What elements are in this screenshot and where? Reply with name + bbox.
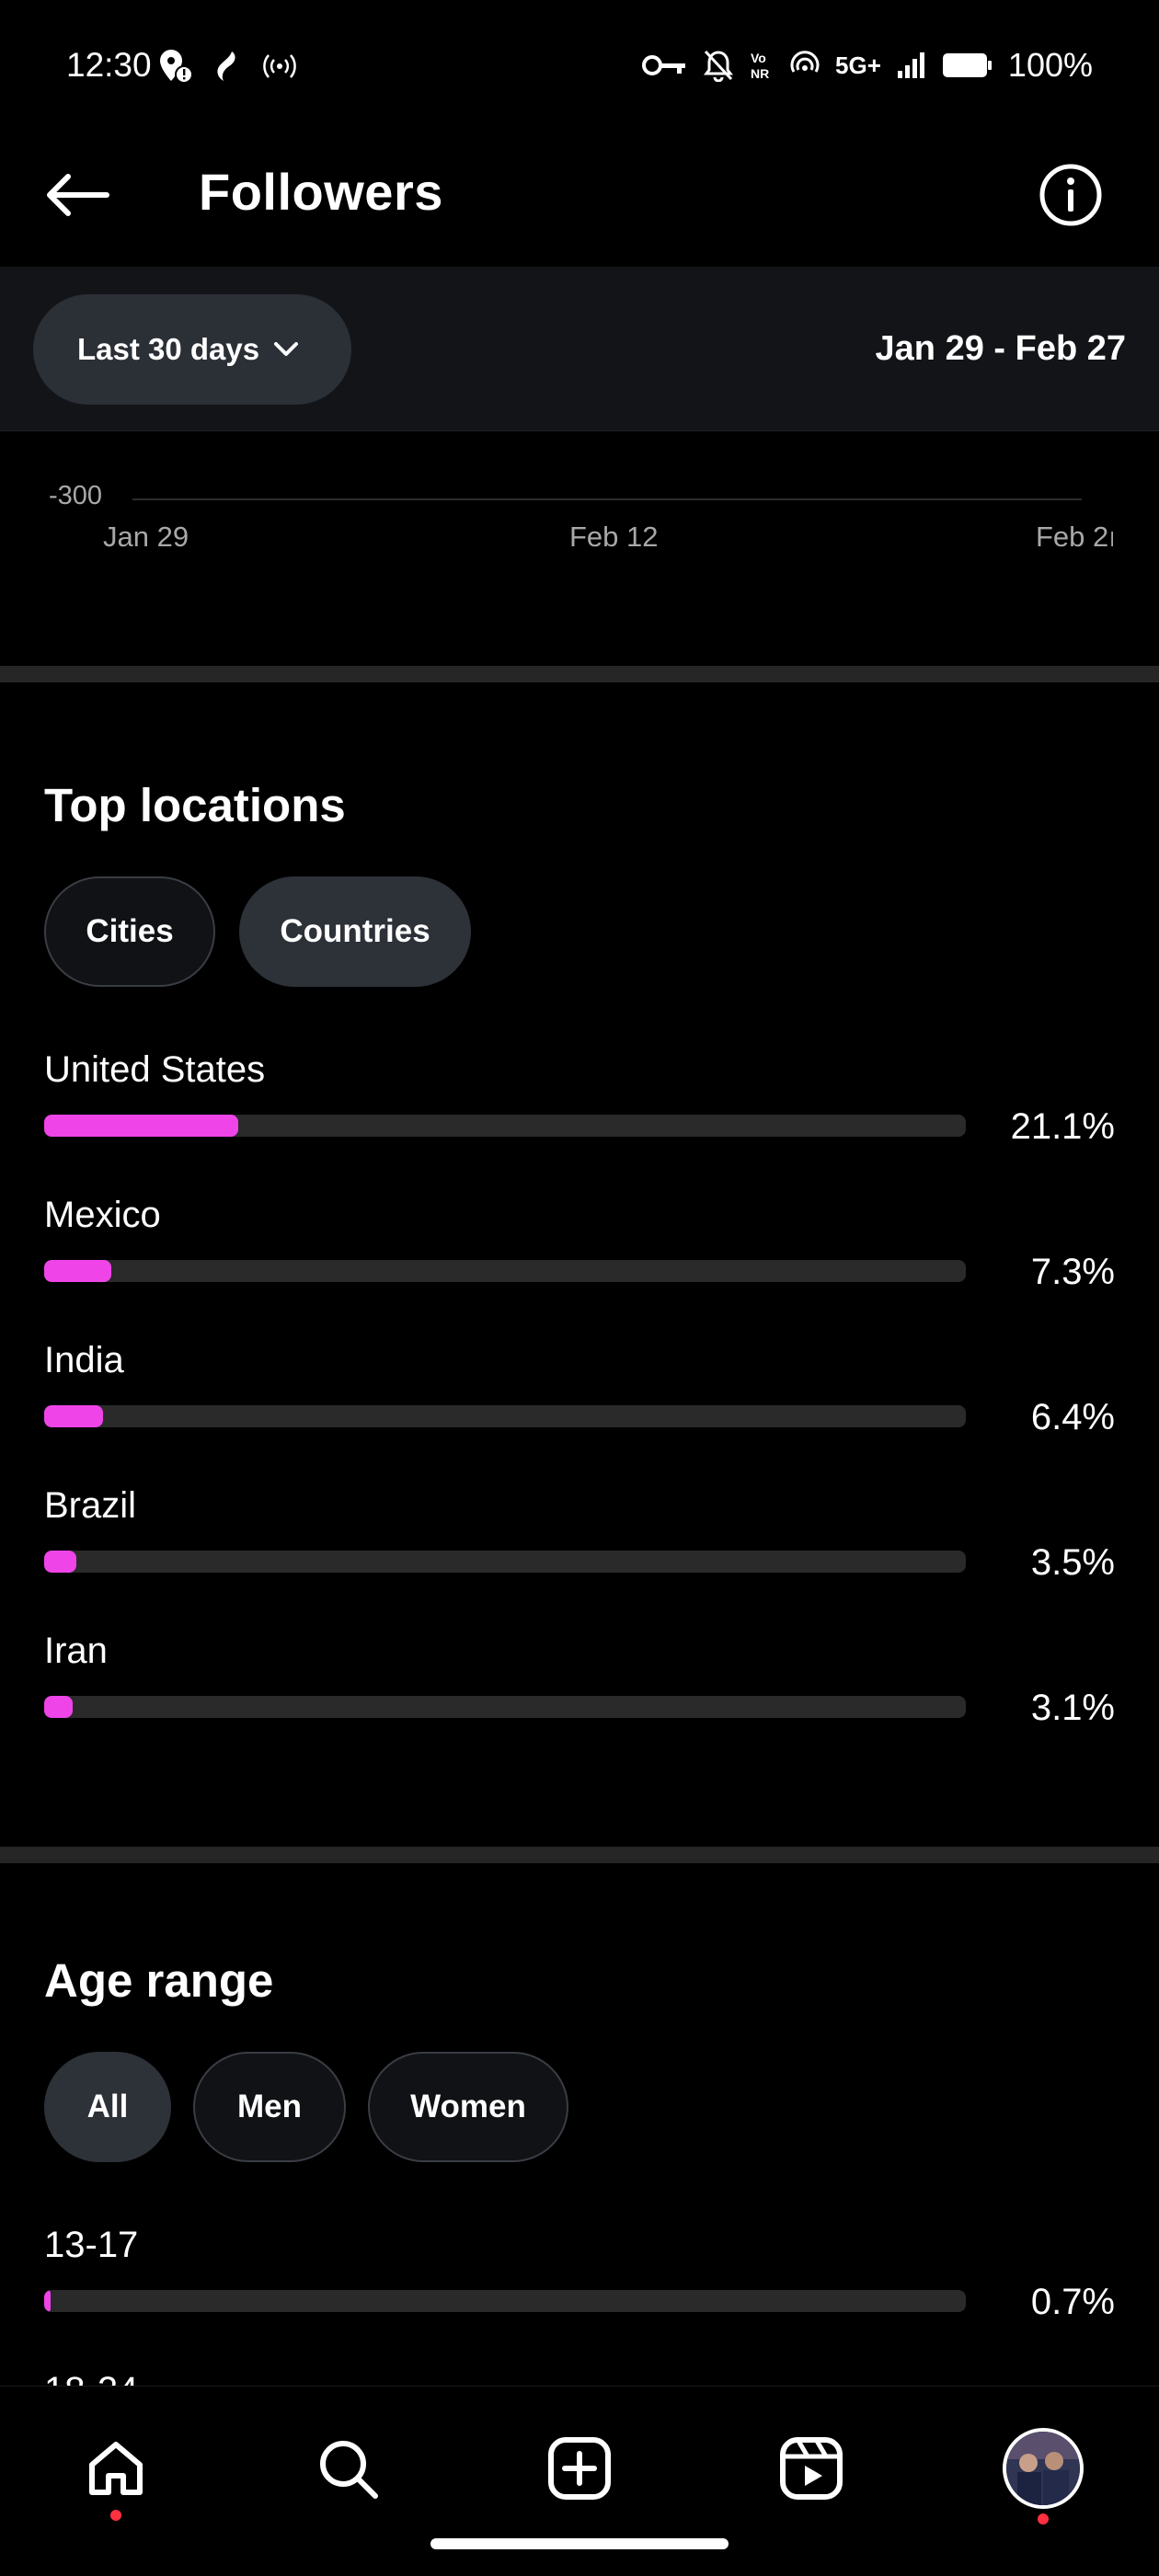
mute-bell-icon — [704, 50, 734, 82]
battery-icon — [942, 53, 992, 77]
section-divider — [0, 666, 1159, 682]
x-tick-label: Feb 12 — [569, 521, 659, 553]
location-row-bar-track — [44, 1551, 966, 1573]
date-range-dropdown[interactable]: Last 30 days — [33, 294, 351, 405]
date-range-text: Jan 29 - Feb 27 — [875, 329, 1126, 368]
chevron-down-icon — [274, 342, 299, 356]
hotspot-icon — [263, 54, 296, 78]
location-row-percent: 6.4% — [1030, 1397, 1115, 1437]
nav-reels[interactable] — [761, 2418, 862, 2519]
section-divider — [0, 1847, 1159, 1863]
location-row-label: India — [44, 1340, 124, 1380]
location-row-percent: 7.3% — [1030, 1252, 1115, 1292]
location-row-bar-track — [44, 1115, 966, 1137]
location-row-label: Brazil — [44, 1485, 137, 1526]
location-row-label: United States — [44, 1049, 266, 1090]
tab-cities[interactable]: Cities — [44, 876, 215, 987]
svg-text:NR: NR — [751, 66, 769, 81]
location-row-bar-fill — [44, 1260, 112, 1282]
age-row-percent: 0.7% — [1030, 2282, 1115, 2322]
x-tick-label: Feb 2ı — [1036, 521, 1113, 553]
home-icon — [89, 2442, 143, 2495]
arrow-left-icon — [47, 174, 109, 216]
age-row-bar-fill — [44, 2290, 51, 2312]
home-indicator — [430, 2538, 729, 2549]
info-button[interactable] — [1034, 158, 1107, 232]
page-title: Followers — [199, 163, 443, 221]
location-row-bar-fill — [44, 1115, 239, 1137]
location-alert-icon — [160, 50, 193, 84]
tab-countries[interactable]: Countries — [239, 876, 471, 987]
notification-dot — [1038, 2513, 1049, 2524]
chart-baseline — [132, 498, 1082, 500]
nav-profile[interactable] — [993, 2418, 1094, 2524]
status-right-icons: Vo NR 5G+ 100% — [642, 46, 1093, 85]
reels-icon — [780, 2437, 843, 2500]
vonr-icon: Vo NR — [751, 51, 769, 81]
nav-create[interactable] — [529, 2418, 630, 2519]
location-row-bar-track — [44, 1260, 966, 1282]
x-tick-label: Jan 29 — [103, 521, 189, 553]
tab-age-men[interactable]: Men — [193, 2052, 346, 2162]
search-icon — [320, 2441, 378, 2499]
location-row-percent: 3.1% — [1030, 1688, 1115, 1728]
status-left-icons — [158, 48, 298, 85]
y-tick-label: -300 — [49, 481, 103, 510]
notification-dot — [110, 2510, 121, 2521]
location-row-bar-fill — [44, 1405, 104, 1427]
location-row-bar-track — [44, 1405, 966, 1427]
profile-avatar — [1003, 2428, 1084, 2509]
avatar-image — [1006, 2432, 1080, 2505]
create-icon — [548, 2437, 611, 2500]
top-locations-title: Top locations — [44, 779, 346, 831]
date-filter-bar: Last 30 days Jan 29 - Feb 27 — [0, 267, 1159, 431]
back-button[interactable] — [40, 158, 114, 232]
status-bar: 12:30 Vo NR 5G+ 100% — [0, 0, 1159, 138]
status-time: 12:30 — [66, 46, 152, 84]
location-row-label: Iran — [44, 1631, 108, 1671]
tab-age-women[interactable]: Women — [368, 2052, 568, 2162]
location-row-percent: 21.1% — [1010, 1106, 1115, 1147]
tab-age-all[interactable]: All — [44, 2052, 171, 2162]
signal-icon — [897, 52, 924, 78]
location-row-bar-track — [44, 1696, 966, 1718]
vpn-key-icon — [642, 55, 686, 75]
svg-text:Vo: Vo — [751, 51, 766, 65]
network-type: 5G+ — [835, 51, 881, 79]
nav-search[interactable] — [297, 2418, 398, 2519]
location-row-percent: 3.5% — [1030, 1542, 1115, 1583]
age-range-title: Age range — [44, 1954, 274, 2007]
location-row-bar-fill — [44, 1551, 77, 1573]
nav-home[interactable] — [65, 2418, 166, 2521]
app-notification-icon — [217, 52, 235, 81]
battery-percent: 100% — [1007, 46, 1093, 84]
date-range-dropdown-label: Last 30 days — [77, 332, 260, 366]
wireless-icon — [790, 51, 820, 73]
location-row-bar-fill — [44, 1696, 74, 1718]
location-row-label: Mexico — [44, 1195, 161, 1235]
age-row-bar-track — [44, 2290, 966, 2312]
age-row-label: 13-17 — [44, 2225, 139, 2265]
info-icon — [1039, 164, 1102, 226]
